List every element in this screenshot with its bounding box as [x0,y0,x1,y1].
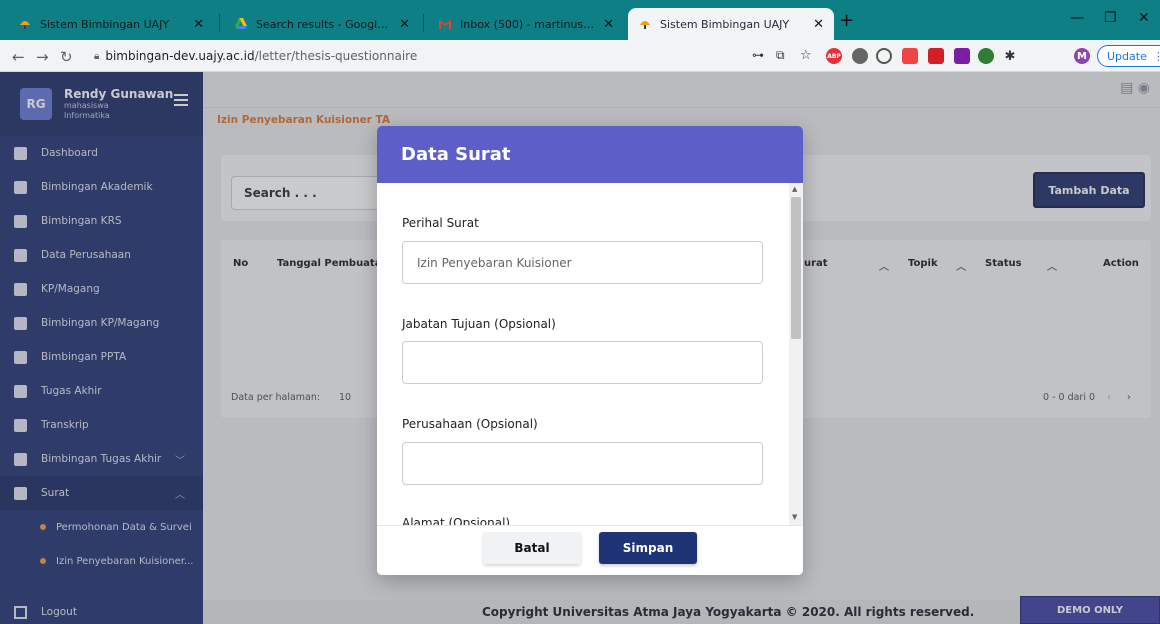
scroll-up-icon[interactable]: ▲ [792,185,797,193]
tab-title: Sistem Bimbingan UAJY [40,17,170,31]
key-icon[interactable]: ⊶ [752,48,764,62]
browser-tab-2[interactable]: Search results - Google Drive ✕ [224,8,420,40]
google-drive-icon [235,18,247,29]
globe-icon[interactable] [978,48,994,64]
tab-separator [423,14,424,32]
back-icon[interactable]: ← [12,48,25,66]
browser-tab-active[interactable]: Sistem Bimbingan UAJY ✕ [628,8,834,40]
block-icon[interactable] [876,48,892,64]
more-menu-icon: ⋮ [1152,49,1160,63]
browser-chrome: Sistem Bimbingan UAJY ✕ Search results -… [0,0,1160,72]
url-host: bimbingan-dev.uajy.ac.id [105,49,255,63]
profile-avatar[interactable]: M [1074,48,1090,64]
uajy-favicon-icon [20,21,30,29]
perusahaan-input[interactable] [402,442,763,485]
perihal-surat-input[interactable]: Izin Penyebaran Kuisioner [402,241,763,284]
close-window-icon[interactable]: ✕ [1138,10,1150,26]
adblock-icon[interactable]: ABP [826,48,842,64]
grid-icon[interactable] [954,48,970,64]
update-label: Update [1107,49,1147,63]
bookmark-star-icon[interactable]: ☆ [800,48,812,63]
pdf-icon[interactable] [928,48,944,64]
close-tab-icon[interactable]: ✕ [193,17,204,32]
tab-title: Search results - Google Drive [256,17,391,31]
share-icon[interactable]: ⧉ [776,48,785,63]
camera-icon[interactable] [852,48,868,64]
tab-bar: Sistem Bimbingan UAJY ✕ Search results -… [0,0,1160,40]
lock-icon: 🔒︎ [94,50,100,62]
forward-icon[interactable]: → [36,48,49,66]
data-surat-modal: Data Surat Perihal Surat Izin Penyebaran… [377,126,803,575]
puzzle-icon[interactable]: ✱ [1002,48,1018,64]
tab-title: Sistem Bimbingan UAJY [660,17,790,31]
maximize-icon[interactable]: ❐ [1104,10,1117,26]
browser-tab-3[interactable]: Inbox (500) - martinusmaslim122 ✕ [428,8,624,40]
new-tab-icon[interactable]: + [839,10,854,31]
field-label-alamat: Alamat (Opsional) [402,516,511,525]
gmail-icon [439,20,451,29]
modal-footer: Batal Simpan [377,525,803,575]
url-field[interactable]: 🔒︎ bimbingan-dev.uajy.ac.id/letter/thesi… [84,45,744,67]
close-tab-icon[interactable]: ✕ [399,17,410,32]
field-label-perihal: Perihal Surat [402,216,479,230]
save-button[interactable]: Simpan [599,532,697,564]
address-bar-row: ← → ↻ 🔒︎ bimbingan-dev.uajy.ac.id/letter… [0,40,1160,72]
screen-icon[interactable] [902,48,918,64]
close-tab-icon[interactable]: ✕ [813,17,824,32]
url-path: /letter/thesis-questionnaire [254,49,418,63]
close-tab-icon[interactable]: ✕ [603,17,614,32]
cancel-button[interactable]: Batal [483,532,581,564]
tab-title: Inbox (500) - martinusmaslim122 [460,17,595,31]
update-button[interactable]: Update ⋮ [1097,45,1160,67]
modal-body: Perihal Surat Izin Penyebaran Kuisioner … [377,183,803,525]
scroll-down-icon[interactable]: ▼ [792,513,797,521]
modal-scrollbar[interactable]: ▲ ▼ [789,183,803,525]
field-label-perusahaan: Perusahaan (Opsional) [402,417,538,431]
minimize-icon[interactable]: — [1070,10,1084,26]
modal-title: Data Surat [377,126,803,183]
field-label-jabatan: Jabatan Tujuan (Opsional) [402,317,556,331]
browser-tab-1[interactable]: Sistem Bimbingan UAJY ✕ [8,8,214,40]
reload-icon[interactable]: ↻ [60,48,73,66]
tab-separator [219,14,220,32]
uajy-favicon-icon [640,21,650,29]
jabatan-tujuan-input[interactable] [402,341,763,384]
scrollbar-thumb[interactable] [791,197,801,339]
